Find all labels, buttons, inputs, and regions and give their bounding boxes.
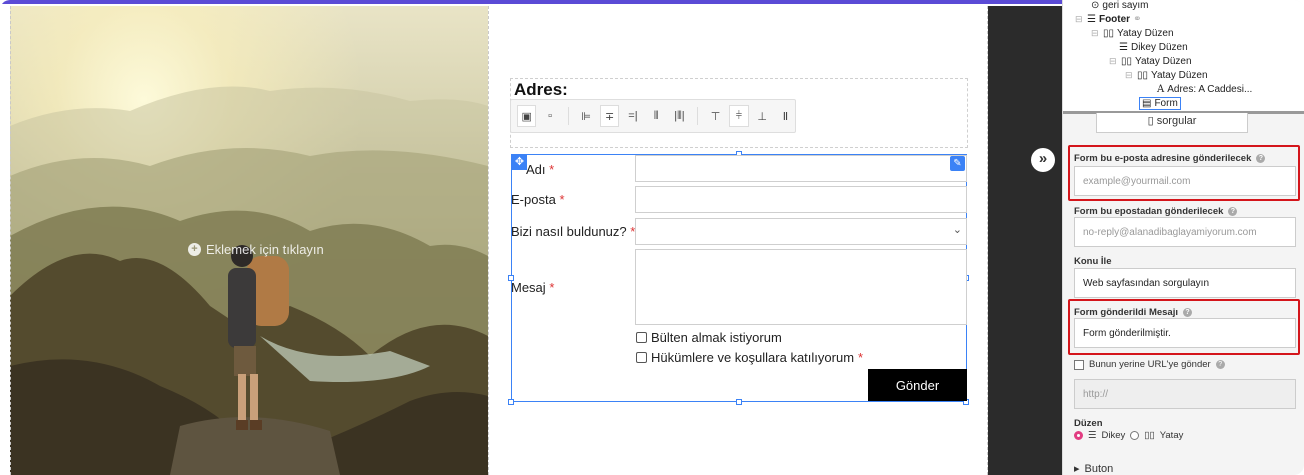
terms-checkbox[interactable]: Hükümlere ve koşullara katılıyorum * [636, 350, 863, 365]
form-label-source: Bizi nasıl buldunuz? * [511, 224, 636, 239]
hero-image[interactable]: + Eklemek için tıklayın [10, 6, 488, 475]
align-center-h-icon[interactable]: ∓ [599, 105, 620, 127]
collapse-toggle-icon[interactable]: ⊟ [1091, 28, 1100, 39]
layout-options: ☰ Dikey ▯▯ Yatay [1074, 430, 1183, 441]
add-content-hint[interactable]: + Eklemek için tıklayın [188, 242, 324, 257]
highlight-box [1068, 145, 1300, 201]
message-textarea[interactable] [635, 249, 967, 325]
distribute-h-icon[interactable]: ⫴ [647, 105, 666, 127]
rows-icon: ☰ [1119, 42, 1128, 53]
radio-horizontal[interactable] [1130, 431, 1140, 440]
text-icon: A [1157, 84, 1165, 95]
tree-item-countdown[interactable]: ⊙ geri sayım [1091, 0, 1149, 11]
page-icon: ▯ [1147, 115, 1154, 127]
align-top-icon[interactable]: ⊤ [706, 105, 725, 127]
collapse-toggle-icon[interactable]: ⊟ [1109, 56, 1118, 67]
radio-vertical[interactable] [1074, 431, 1083, 440]
pencil-icon[interactable]: ✎ [950, 156, 965, 171]
tree-item-horizontal-3[interactable]: ⊟ ▯▯ Yatay Düzen [1125, 70, 1208, 81]
alignment-toolbar: ▣ ▫ ⊫ ∓ =| ⫴ |⫴| ⊤ ⫩ ⊥ Ⅱ [510, 99, 796, 133]
add-hint-label: Eklemek için tıklayın [206, 242, 324, 257]
link-icon: ⚭ [1133, 14, 1142, 25]
rows-icon: ☰ [1088, 430, 1097, 441]
submit-button[interactable]: Gönder [868, 369, 967, 401]
align-bottom-icon[interactable]: ⊥ [753, 105, 772, 127]
clock-icon: ⊙ [1091, 0, 1100, 11]
columns-icon: ▯▯ [1144, 430, 1155, 441]
collapse-toggle-icon[interactable]: ⊟ [1125, 70, 1134, 81]
plus-icon: + [188, 243, 201, 256]
align-middle-v-icon[interactable]: ⫩ [729, 105, 749, 127]
checkbox-box[interactable] [636, 352, 647, 363]
name-input[interactable] [635, 155, 967, 182]
chevron-down-icon: ⌄ [952, 224, 962, 236]
toolbar-divider [697, 107, 698, 125]
column-guide-left [10, 6, 11, 475]
panel-gutter [988, 6, 1062, 475]
source-select[interactable]: ⌄ [635, 218, 967, 245]
subject-label: Konu İle [1074, 256, 1112, 267]
collapse-panel-button[interactable]: » [1031, 148, 1055, 172]
checkbox-box[interactable] [636, 332, 647, 343]
address-title[interactable]: Adres: [514, 80, 568, 100]
columns-icon: ▯▯ [1121, 56, 1133, 67]
redirect-url-input[interactable]: http:// [1074, 379, 1296, 409]
align-box-small-icon[interactable]: ▫ [540, 105, 559, 127]
tree-item-horizontal-1[interactable]: ⊟ ▯▯ Yatay Düzen [1091, 28, 1174, 39]
required-mark: * [858, 350, 864, 365]
redirect-checkbox[interactable]: Bunun yerine URL'ye gönder? [1074, 359, 1225, 370]
button-section-toggle[interactable]: ▸ Buton [1074, 462, 1113, 475]
help-icon[interactable]: ? [1215, 360, 1225, 369]
resize-handle[interactable] [736, 399, 742, 405]
email-input[interactable] [635, 186, 967, 213]
layout-label: Düzen [1074, 418, 1103, 429]
caret-right-icon: ▸ [1074, 463, 1080, 475]
justify-h-icon[interactable]: |⫴| [670, 105, 689, 127]
resize-handle[interactable] [508, 399, 514, 405]
align-right-icon[interactable]: =| [623, 105, 642, 127]
tree-item-horizontal-2[interactable]: ⊟ ▯▯ Yatay Düzen [1109, 56, 1192, 67]
align-box-icon[interactable]: ▣ [517, 105, 537, 127]
stretch-v-icon[interactable]: Ⅱ [776, 105, 795, 127]
columns-icon: ▯▯ [1103, 28, 1115, 39]
form-icon: ▤ [1142, 98, 1152, 109]
newsletter-label: Bülten almak istiyorum [651, 330, 782, 345]
form-label-message: Mesaj * [511, 280, 555, 295]
send-from-input[interactable]: no-reply@alanadibaglayamiyorum.com [1074, 217, 1296, 247]
tree-item-footer[interactable]: ⊟ ☰ Footer ⚭ [1075, 14, 1141, 25]
help-icon[interactable]: ? [1228, 207, 1238, 216]
rows-icon: ☰ [1087, 14, 1096, 25]
send-from-label: Form bu epostadan gönderilecek? [1074, 206, 1238, 217]
move-icon[interactable]: ✥ [512, 155, 527, 170]
terms-label: Hükümlere ve koşullara katılıyorum [651, 350, 855, 365]
toolbar-divider [567, 107, 569, 125]
form-label-name: Adı * [526, 162, 555, 177]
checkbox-box[interactable] [1074, 359, 1084, 370]
editor-window: + Eklemek için tıklayın Adres: ▣ ▫ ⊫ ∓ =… [0, 0, 1304, 475]
highlight-box [1068, 299, 1300, 355]
columns-icon: ▯▯ [1137, 70, 1149, 81]
tree-item-address[interactable]: A Adres: A Caddesi... [1157, 84, 1252, 95]
mountain-scene [10, 86, 488, 475]
newsletter-checkbox[interactable]: Bülten almak istiyorum [636, 330, 782, 345]
top-accent-line [0, 0, 1062, 4]
subject-input[interactable]: Web sayfasından sorgulayın [1074, 268, 1296, 298]
collapse-toggle-icon[interactable]: ⊟ [1075, 14, 1084, 25]
layer-tree: ⊙ geri sayım ⊟ ☰ Footer ⚭ ⊟ ▯▯ Yatay Düzen ☰ Di… [1063, 0, 1304, 112]
form-label-email: E-posta * [511, 192, 565, 207]
tree-item-form[interactable]: ▤ Form [1139, 97, 1181, 110]
align-left-icon[interactable]: ⊫ [577, 105, 596, 127]
tree-item-queries[interactable]: ▯ sorgular [1096, 113, 1248, 133]
tree-item-vertical[interactable]: ☰ Dikey Düzen [1119, 42, 1188, 53]
column-guide-center [488, 6, 489, 475]
